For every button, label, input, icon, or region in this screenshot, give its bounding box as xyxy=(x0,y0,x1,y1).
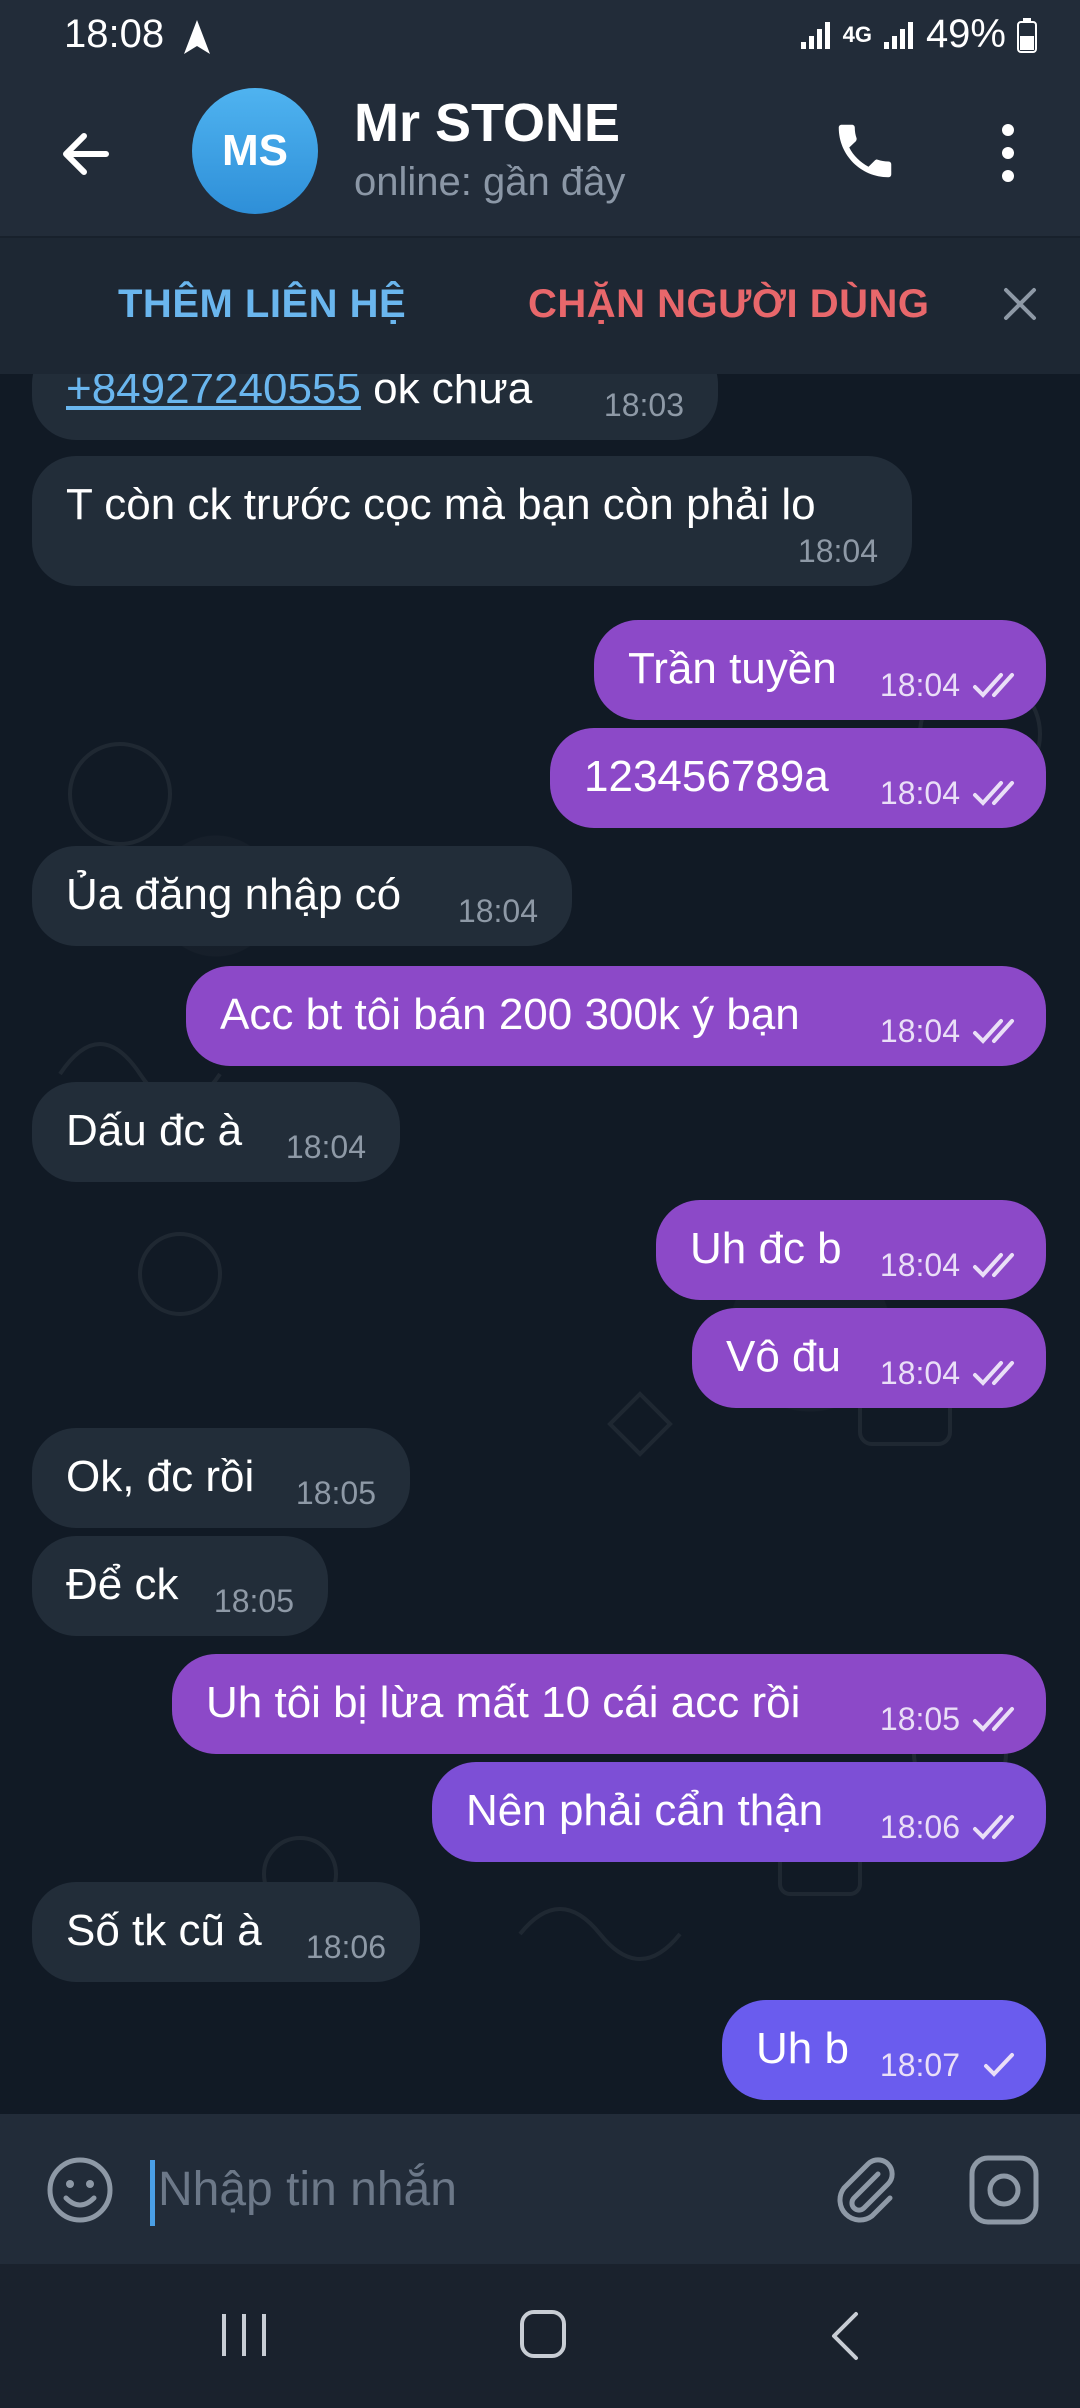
message-text: +84927240555 ok chưa xyxy=(66,374,532,414)
battery-icon xyxy=(1017,17,1037,53)
signal-icon xyxy=(883,21,913,49)
status-right: 4G 49% xyxy=(799,12,1038,57)
message-text: Trần tuyền xyxy=(628,644,837,693)
chat-status: online: gần đây xyxy=(354,160,626,204)
phone-link[interactable]: +84927240555 xyxy=(66,374,361,413)
message-outgoing[interactable]: 123456789a 18:04 xyxy=(550,728,1046,828)
message-time: 18:04 xyxy=(879,1355,960,1391)
double-check-icon xyxy=(973,1815,1014,1840)
close-icon[interactable] xyxy=(1000,284,1040,324)
message-text: Uh b xyxy=(756,2024,849,2073)
message-text: Số tk cũ à xyxy=(66,1906,262,1955)
message-time: 18:05 xyxy=(295,1475,376,1511)
message-incoming[interactable]: Để ck 18:05 xyxy=(32,1536,328,1636)
message-input[interactable]: Nhập tin nhắn xyxy=(158,2162,457,2217)
message-time: 18:03 xyxy=(603,387,684,423)
block-user-button[interactable]: CHẶN NGƯỜI DÙNG xyxy=(528,282,929,327)
message-text: Ok, đc rồi xyxy=(66,1452,255,1501)
double-check-icon xyxy=(973,1707,1014,1732)
message-list[interactable]: +84927240555 ok chưa 18:03 T còn ck trướ… xyxy=(0,374,1080,2114)
chat-title[interactable]: Mr STONE xyxy=(354,92,620,154)
message-outgoing[interactable]: Acc bt tôi bán 200 300k ý bạn 18:04 xyxy=(186,966,1046,1066)
message-time: 18:04 xyxy=(797,533,878,569)
message-time: 18:04 xyxy=(879,1013,960,1049)
message-incoming[interactable]: T còn ck trước cọc mà bạn còn phải lo 18… xyxy=(32,456,912,586)
message-time: 18:04 xyxy=(285,1129,366,1165)
double-check-icon xyxy=(973,1361,1014,1386)
home-icon[interactable] xyxy=(518,2308,568,2360)
message-time: 18:05 xyxy=(213,1583,294,1619)
message-time: 18:04 xyxy=(879,775,960,811)
arrow-left-icon[interactable] xyxy=(56,124,116,184)
message-text: Nên phải cẩn thận xyxy=(466,1786,824,1835)
message-time: 18:04 xyxy=(879,1247,960,1283)
message-outgoing[interactable]: Vô đu 18:04 xyxy=(692,1308,1046,1408)
add-contact-button[interactable]: THÊM LIÊN HỆ xyxy=(118,282,406,327)
message-time: 18:07 xyxy=(879,2047,960,2083)
double-check-icon xyxy=(973,1019,1014,1044)
location-arrow-icon xyxy=(184,20,210,54)
message-incoming[interactable]: Ủa đăng nhập có 18:04 xyxy=(32,846,572,946)
avatar[interactable]: MS xyxy=(192,88,318,214)
message-incoming[interactable]: +84927240555 ok chưa 18:03 xyxy=(32,374,718,440)
message-text: Dấu đc à xyxy=(66,1106,243,1155)
signal-icon xyxy=(800,21,830,49)
message-text: Uh đc b xyxy=(690,1224,842,1273)
battery-percent: 49% xyxy=(925,12,1006,56)
message-text: Ủa đăng nhập có xyxy=(66,870,402,919)
system-nav-bar xyxy=(0,2264,1080,2408)
more-vertical-icon[interactable] xyxy=(988,118,1028,188)
double-check-icon xyxy=(973,1253,1014,1278)
emoji-icon[interactable] xyxy=(44,2154,116,2226)
paperclip-icon[interactable] xyxy=(826,2152,902,2228)
message-incoming[interactable]: Ok, đc rồi 18:05 xyxy=(32,1428,410,1528)
message-time: 18:04 xyxy=(879,667,960,703)
message-incoming[interactable]: Dấu đc à 18:04 xyxy=(32,1082,400,1182)
chat-header: MS Mr STONE online: gần đây xyxy=(0,76,1080,236)
message-text: Để ck xyxy=(66,1560,179,1609)
message-time: 18:05 xyxy=(879,1701,960,1737)
check-icon xyxy=(984,2053,1014,2077)
message-input-bar: Nhập tin nhắn xyxy=(0,2114,1080,2264)
text-cursor xyxy=(150,2160,155,2226)
message-time: 18:06 xyxy=(305,1929,386,1965)
double-check-icon xyxy=(973,673,1014,698)
message-text: 123456789a xyxy=(584,752,829,801)
status-bar: 18:08 4G 49% xyxy=(0,0,1080,76)
recents-icon[interactable] xyxy=(216,2310,272,2360)
message-time: 18:06 xyxy=(879,1809,960,1845)
message-text: Acc bt tôi bán 200 300k ý bạn xyxy=(220,990,800,1039)
message-text: T còn ck trước cọc mà bạn còn phải lo xyxy=(66,480,816,529)
network-type: 4G xyxy=(842,21,872,47)
contact-action-bar: THÊM LIÊN HỆ CHẶN NGƯỜI DÙNG xyxy=(0,236,1080,376)
message-text: Vô đu xyxy=(726,1332,841,1381)
message-incoming[interactable]: Số tk cũ à 18:06 xyxy=(32,1882,420,1982)
message-outgoing[interactable]: Uh đc b 18:04 xyxy=(656,1200,1046,1300)
camera-icon[interactable] xyxy=(966,2152,1042,2228)
status-time: 18:08 xyxy=(64,12,165,56)
message-outgoing[interactable]: Uh b 18:07 xyxy=(722,2000,1046,2100)
message-time: 18:04 xyxy=(457,893,538,929)
message-outgoing[interactable]: Uh tôi bị lừa mất 10 cái acc rồi 18:05 xyxy=(172,1654,1046,1754)
double-check-icon xyxy=(973,781,1014,806)
message-text: Uh tôi bị lừa mất 10 cái acc rồi xyxy=(206,1678,801,1727)
phone-icon[interactable] xyxy=(830,116,900,186)
message-outgoing[interactable]: Trần tuyền 18:04 xyxy=(594,620,1046,720)
message-outgoing[interactable]: Nên phải cẩn thận 18:06 xyxy=(432,1762,1046,1862)
nav-back-icon[interactable] xyxy=(826,2310,862,2362)
